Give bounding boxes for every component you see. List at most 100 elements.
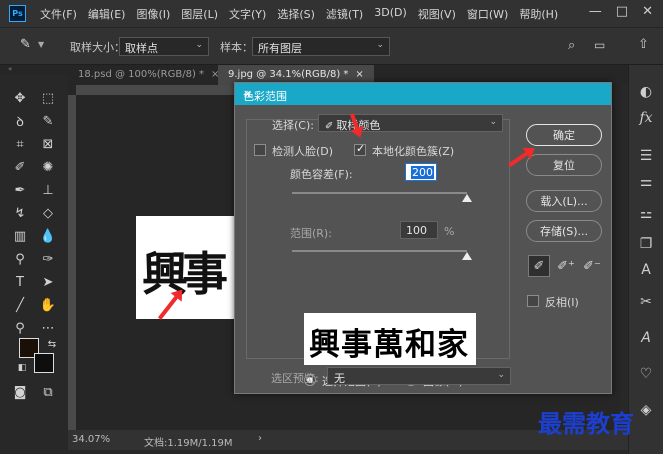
- menu-select[interactable]: 选择(S): [277, 6, 315, 22]
- line-tool-icon[interactable]: ╱: [9, 295, 31, 315]
- tab-18-psd[interactable]: 18.psd @ 100%(RGB/8) * ×: [68, 65, 229, 85]
- save-button[interactable]: 存储(S)...: [526, 220, 602, 242]
- menu-type[interactable]: 文字(Y): [229, 6, 266, 22]
- fuzziness-slider-thumb[interactable]: [462, 194, 472, 202]
- collapse-left-icon[interactable]: «: [8, 65, 12, 73]
- localized-clusters-checkbox[interactable]: [354, 142, 366, 156]
- photoshop-logo: Ps: [9, 5, 26, 22]
- chevron-down-icon[interactable]: ▼: [38, 40, 44, 49]
- tool-presets-icon[interactable]: ⚍: [632, 203, 660, 225]
- sample-size-select[interactable]: 取样点 ⌄: [119, 37, 209, 56]
- menu-file[interactable]: 文件(F): [40, 6, 77, 22]
- fuzziness-input[interactable]: 200: [405, 163, 437, 181]
- menu-items: 文件(F) 编辑(E) 图像(I) 图层(L) 文字(Y) 选择(S) 滤镜(T…: [40, 6, 569, 22]
- zoom-level[interactable]: 34.07%: [72, 434, 110, 445]
- share-icon[interactable]: ⇧: [638, 37, 649, 52]
- move-tool-icon[interactable]: ✥: [9, 88, 31, 108]
- fuzziness-slider-track[interactable]: [292, 192, 467, 194]
- mask-preview: 興事萬和家: [304, 313, 476, 365]
- chevron-right-icon[interactable]: ›: [258, 433, 262, 444]
- menu-edit[interactable]: 编辑(E): [88, 6, 126, 22]
- ruler-vertical: [68, 95, 76, 430]
- menu-help[interactable]: 帮助(H): [519, 6, 558, 22]
- clone-source-icon[interactable]: ❐: [632, 233, 660, 255]
- zoom-tool-icon[interactable]: ⚲: [9, 318, 31, 338]
- close-button[interactable]: ✕: [642, 4, 653, 19]
- type-tool-icon[interactable]: T: [9, 272, 31, 292]
- hand-tool-icon[interactable]: ✋: [37, 295, 59, 315]
- screen-mode-icon[interactable]: ⧉: [37, 382, 59, 402]
- workspace-icon[interactable]: ▭: [594, 38, 605, 52]
- quick-mask-icon[interactable]: ◙: [9, 382, 31, 402]
- properties-icon[interactable]: ☰: [632, 145, 660, 167]
- layers-icon[interactable]: ◈: [632, 399, 660, 421]
- eyedropper-tool-icon[interactable]: ✎: [20, 37, 31, 52]
- chevron-down-icon: ⌄: [497, 370, 505, 380]
- menu-view[interactable]: 视图(V): [418, 6, 456, 22]
- eyedropper-plus-icon[interactable]: ✐⁺: [555, 255, 577, 277]
- character-icon[interactable]: A: [632, 259, 660, 281]
- marquee-tool-icon[interactable]: ⬚: [37, 88, 59, 108]
- document-size: 文档:1.19M/1.19M: [144, 438, 233, 449]
- default-colors-icon[interactable]: ◧: [11, 358, 33, 378]
- maximize-button[interactable]: □: [616, 4, 628, 19]
- swap-colors-icon[interactable]: ⇆: [41, 334, 63, 354]
- detect-faces-checkbox[interactable]: [254, 144, 266, 156]
- quick-select-tool-icon[interactable]: ✎: [37, 111, 59, 131]
- close-icon[interactable]: ×: [355, 69, 363, 80]
- eyedropper-icon: ✐: [325, 121, 334, 132]
- dialog-main-group: 选择(C): ✐取样颜色 ⌄ 检测人脸(D) 本地化颜色簇(Z) 颜色容差(F)…: [246, 114, 510, 388]
- close-icon[interactable]: ✕: [243, 88, 603, 101]
- menu-window[interactable]: 窗口(W): [467, 6, 508, 22]
- range-slider-track[interactable]: [292, 250, 467, 252]
- document-image[interactable]: 興事: [136, 216, 234, 319]
- gradient-tool-icon[interactable]: ▥: [9, 226, 31, 246]
- eyedropper-minus-icon[interactable]: ✐⁻: [581, 255, 603, 277]
- adjustments-icon[interactable]: ◐: [632, 81, 660, 103]
- pen-tool-icon[interactable]: ✑: [37, 249, 59, 269]
- search-icon[interactable]: ⌕: [568, 38, 575, 53]
- background-color-swatch[interactable]: [34, 353, 54, 373]
- detect-faces-label: 检测人脸(D): [272, 145, 334, 158]
- blur-tool-icon[interactable]: 💧: [37, 226, 59, 246]
- brush-settings-icon[interactable]: ✂: [632, 291, 660, 313]
- selection-preview-label: 选区预览:: [271, 372, 319, 385]
- window-controls: — □ ✕: [589, 4, 653, 19]
- brush-tool-icon[interactable]: ✒: [9, 180, 31, 200]
- frame-tool-icon[interactable]: ⊠: [37, 134, 59, 154]
- dodge-tool-icon[interactable]: ⚲: [9, 249, 31, 269]
- selection-preview-select[interactable]: 无 ⌄: [327, 367, 511, 385]
- eyedropper-tool-icon[interactable]: ✐: [9, 157, 31, 177]
- menu-3d[interactable]: 3D(D): [374, 6, 407, 22]
- sliders-icon[interactable]: ⚌: [632, 171, 660, 193]
- menu-image[interactable]: 图像(I): [136, 6, 170, 22]
- crop-tool-icon[interactable]: ⌗: [9, 134, 31, 154]
- eraser-tool-icon[interactable]: ◇: [37, 203, 59, 223]
- history-brush-icon[interactable]: ↯: [9, 203, 31, 223]
- ok-button[interactable]: 确定: [526, 124, 602, 146]
- watermark-logo: 最需教育: [538, 409, 634, 438]
- range-input[interactable]: 100: [400, 221, 438, 239]
- path-select-tool-icon[interactable]: ➤: [37, 272, 59, 292]
- stamp-tool-icon[interactable]: ⊥: [37, 180, 59, 200]
- invert-checkbox[interactable]: [527, 295, 539, 307]
- chevron-down-icon: ⌄: [376, 40, 384, 50]
- fx-icon[interactable]: fx: [632, 107, 660, 129]
- reset-button[interactable]: 复位: [526, 154, 602, 176]
- learn-icon[interactable]: ♡: [632, 363, 660, 385]
- lasso-tool-icon[interactable]: ꝺ: [9, 111, 31, 131]
- right-panel-dock: ◐ fx ☰ ⚌ ⚍ ❐ A ✂ A ♡ ◈: [628, 65, 663, 454]
- select-dropdown[interactable]: ✐取样颜色 ⌄: [318, 114, 503, 132]
- healing-tool-icon[interactable]: ✺: [37, 157, 59, 177]
- sample-select[interactable]: 所有图层 ⌄: [252, 37, 390, 56]
- chevron-down-icon: ⌄: [489, 117, 497, 127]
- sample-label: 样本：: [220, 41, 253, 54]
- menu-layer[interactable]: 图层(L): [181, 6, 218, 22]
- glyphs-icon[interactable]: A: [632, 327, 660, 349]
- select-label: 选择(C):: [272, 119, 314, 132]
- minimize-button[interactable]: —: [589, 4, 602, 19]
- menu-filter[interactable]: 滤镜(T): [326, 6, 363, 22]
- load-button[interactable]: 载入(L)...: [526, 190, 602, 212]
- eyedropper-icon[interactable]: ✐: [528, 255, 550, 277]
- range-slider-thumb[interactable]: [462, 252, 472, 260]
